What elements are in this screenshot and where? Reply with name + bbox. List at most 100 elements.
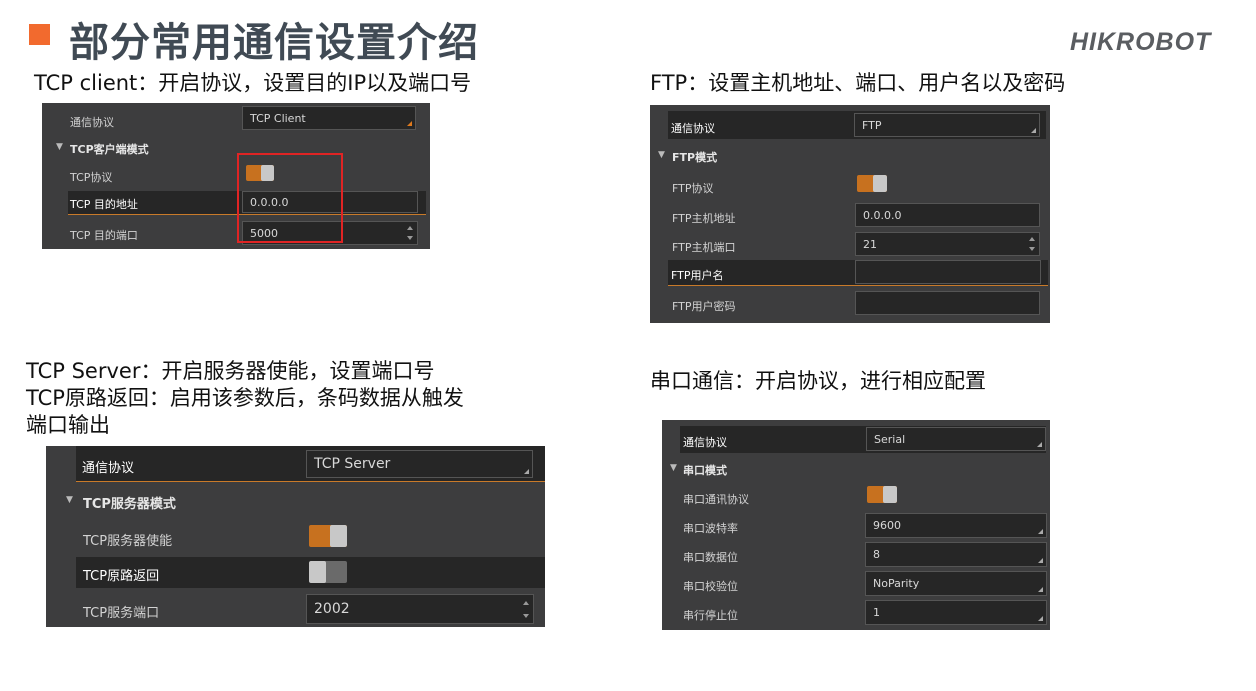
dest-addr-label: TCP 目的地址 bbox=[70, 198, 138, 211]
caption-tcp-server-line2: TCP原路返回：启用该参数后，条码数据从触发 bbox=[26, 386, 464, 410]
protocol-row: 通信协议 FTP bbox=[668, 111, 1046, 139]
baud-select[interactable]: 9600 bbox=[865, 513, 1047, 538]
stopbits-row: 串行停止位 1 bbox=[662, 599, 1050, 626]
ftp-port-row: FTP主机端口 21 bbox=[650, 230, 1050, 258]
protocol-select[interactable]: TCP Server bbox=[306, 450, 533, 478]
ftp-port-label: FTP主机端口 bbox=[672, 241, 736, 254]
ftp-host-label: FTP主机地址 bbox=[672, 212, 736, 225]
ftp-port-spinbox[interactable]: 21 bbox=[855, 232, 1040, 256]
ftp-password-input[interactable] bbox=[855, 291, 1040, 315]
loopback-label: TCP原路返回 bbox=[83, 569, 160, 584]
tcp-client-settings-panel: 通信协议 TCP Client ▼ TCP客户端模式 TCP协议 TCP 目的地… bbox=[42, 103, 430, 249]
protocol-select-value: FTP bbox=[862, 118, 882, 132]
protocol-label: 通信协议 bbox=[82, 461, 135, 476]
caption-tcp-server-line3: 端口输出 bbox=[26, 413, 110, 437]
hikrobot-logo-icon: HIKROBOT bbox=[1070, 28, 1213, 56]
protocol-select[interactable]: FTP bbox=[854, 113, 1040, 137]
section-header-tcp-server[interactable]: ▼ TCP服务器模式 bbox=[46, 486, 545, 516]
page-title: 部分常用通信设置介绍 bbox=[69, 20, 479, 66]
protocol-select[interactable]: Serial bbox=[866, 427, 1046, 451]
databits-select[interactable]: 8 bbox=[865, 542, 1047, 567]
toggle-knob bbox=[883, 486, 897, 503]
section-header-ftp[interactable]: ▼ FTP模式 bbox=[650, 143, 1050, 167]
caption-tcp-client: TCP client：开启协议，设置目的IP以及端口号 bbox=[34, 71, 472, 95]
parity-label: 串口校验位 bbox=[683, 580, 738, 593]
protocol-select-value: TCP Server bbox=[314, 456, 391, 472]
ftp-host-row: FTP主机地址 0.0.0.0 bbox=[650, 201, 1050, 229]
svg-text:HIKROBOT: HIKROBOT bbox=[1070, 28, 1213, 56]
ftp-username-label: FTP用户名 bbox=[671, 269, 724, 282]
stopbits-value: 1 bbox=[873, 606, 880, 619]
caption-serial: 串口通信：开启协议，进行相应配置 bbox=[650, 369, 986, 393]
section-title: FTP模式 bbox=[672, 151, 718, 164]
ftp-protocol-toggle[interactable] bbox=[857, 175, 887, 192]
spin-arrows-icon[interactable] bbox=[522, 596, 530, 622]
ftp-password-row: FTP用户密码 bbox=[650, 289, 1050, 317]
section-header-serial[interactable]: ▼ 串口模式 bbox=[662, 456, 1050, 480]
caption-ftp: FTP：设置主机地址、端口、用户名以及密码 bbox=[650, 71, 1066, 95]
hikrobot-logo: HIKROBOT bbox=[1066, 22, 1236, 60]
serial-protocol-label: 串口通讯协议 bbox=[683, 493, 749, 506]
protocol-row: 通信协议 TCP Client bbox=[42, 103, 430, 133]
ftp-host-value: 0.0.0.0 bbox=[863, 208, 902, 222]
ftp-protocol-label: FTP协议 bbox=[672, 182, 714, 195]
toggle-knob bbox=[873, 175, 887, 192]
dest-port-label: TCP 目的端口 bbox=[70, 229, 138, 242]
protocol-label: 通信协议 bbox=[683, 436, 727, 449]
stopbits-select[interactable]: 1 bbox=[865, 600, 1047, 625]
server-enable-row: TCP服务器使能 bbox=[46, 520, 545, 554]
databits-value: 8 bbox=[873, 548, 880, 561]
server-enable-label: TCP服务器使能 bbox=[83, 534, 173, 549]
tcp-server-settings-panel: 通信协议 TCP Server ▼ TCP服务器模式 TCP服务器使能 TCP原… bbox=[46, 446, 545, 627]
serial-settings-panel: 通信协议 Serial ▼ 串口模式 串口通讯协议 串口波特率 9600 串口数… bbox=[662, 420, 1050, 630]
protocol-select-value: TCP Client bbox=[250, 111, 306, 125]
serial-protocol-toggle[interactable] bbox=[867, 486, 897, 503]
protocol-label: 通信协议 bbox=[671, 122, 715, 135]
ftp-username-input[interactable] bbox=[855, 260, 1041, 284]
loopback-row: TCP原路返回 bbox=[76, 557, 545, 588]
section-title: 串口模式 bbox=[683, 464, 727, 477]
baud-label: 串口波特率 bbox=[683, 522, 738, 535]
chevron-down-icon[interactable]: ▼ bbox=[658, 150, 665, 160]
section-header-tcp-client[interactable]: ▼ TCP客户端模式 bbox=[42, 135, 430, 159]
highlight-box bbox=[237, 153, 343, 243]
ftp-password-label: FTP用户密码 bbox=[672, 300, 736, 313]
tcp-protocol-label: TCP协议 bbox=[70, 171, 113, 184]
ftp-settings-panel: 通信协议 FTP ▼ FTP模式 FTP协议 FTP主机地址 0.0.0.0 F… bbox=[650, 105, 1050, 323]
databits-label: 串口数据位 bbox=[683, 551, 738, 564]
ftp-port-value: 21 bbox=[863, 237, 877, 251]
baud-value: 9600 bbox=[873, 519, 901, 532]
parity-value: NoParity bbox=[873, 577, 920, 590]
server-enable-toggle[interactable] bbox=[309, 525, 347, 547]
ftp-host-input[interactable]: 0.0.0.0 bbox=[855, 203, 1040, 227]
spin-arrows-icon[interactable] bbox=[406, 223, 414, 243]
serial-protocol-row: 串口通讯协议 bbox=[662, 483, 1050, 510]
dest-port-row: TCP 目的端口 5000 bbox=[42, 219, 430, 247]
databits-row: 串口数据位 8 bbox=[662, 541, 1050, 568]
ftp-username-row: FTP用户名 bbox=[668, 260, 1048, 286]
server-port-spinbox[interactable]: 2002 bbox=[306, 594, 534, 624]
section-title: TCP客户端模式 bbox=[70, 143, 149, 156]
protocol-row: 通信协议 Serial bbox=[680, 426, 1046, 453]
toggle-knob bbox=[330, 525, 347, 547]
stopbits-label: 串行停止位 bbox=[683, 609, 738, 622]
title-bullet bbox=[29, 24, 50, 45]
server-port-row: TCP服务端口 2002 bbox=[46, 592, 545, 626]
chevron-down-icon[interactable]: ▼ bbox=[56, 142, 63, 152]
section-title: TCP服务器模式 bbox=[83, 497, 176, 512]
spin-arrows-icon[interactable] bbox=[1028, 234, 1036, 254]
server-port-label: TCP服务端口 bbox=[83, 606, 160, 621]
parity-select[interactable]: NoParity bbox=[865, 571, 1047, 596]
caption-tcp-server-line1: TCP Server：开启服务器使能，设置端口号 bbox=[26, 359, 435, 383]
protocol-row: 通信协议 TCP Server bbox=[76, 446, 545, 482]
protocol-select[interactable]: TCP Client bbox=[242, 106, 416, 130]
parity-row: 串口校验位 NoParity bbox=[662, 570, 1050, 597]
tcp-protocol-row: TCP协议 bbox=[42, 161, 430, 189]
protocol-label: 通信协议 bbox=[70, 116, 114, 129]
chevron-down-icon[interactable]: ▼ bbox=[670, 463, 677, 473]
chevron-down-icon[interactable]: ▼ bbox=[66, 495, 73, 505]
server-port-value: 2002 bbox=[314, 601, 350, 617]
ftp-protocol-row: FTP协议 bbox=[650, 171, 1050, 199]
toggle-knob bbox=[309, 561, 326, 583]
loopback-toggle[interactable] bbox=[309, 561, 347, 583]
